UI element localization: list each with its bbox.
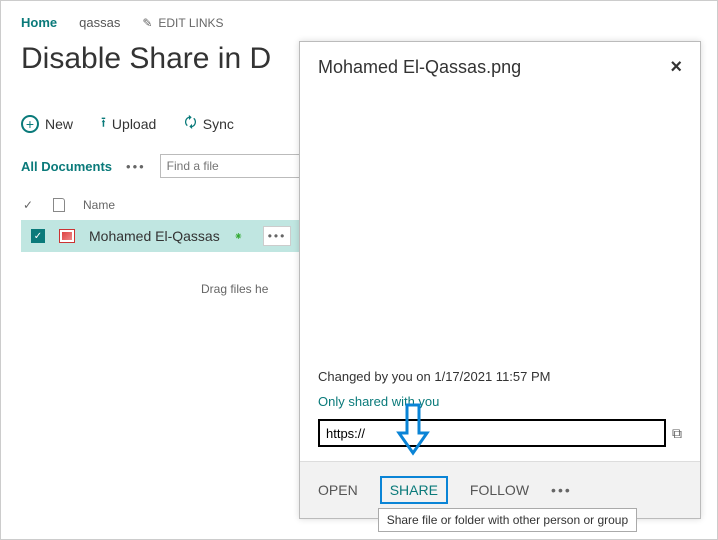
list-item[interactable]: ✓ Mohamed El-Qassas ⁕ ••• bbox=[21, 220, 301, 252]
find-file-input[interactable] bbox=[160, 154, 310, 178]
shared-with-link[interactable]: Only shared with you bbox=[318, 394, 682, 409]
sync-icon: 🗘 bbox=[184, 112, 197, 136]
edit-links-button[interactable]: ✎ EDIT LINKS bbox=[142, 16, 223, 30]
upload-button[interactable]: ⭱ Upload bbox=[101, 112, 156, 136]
share-label: SHARE bbox=[390, 482, 438, 498]
view-name[interactable]: All Documents bbox=[21, 159, 112, 174]
new-button[interactable]: + New bbox=[21, 115, 73, 133]
panel-title: Mohamed El-Qassas.png bbox=[318, 57, 521, 78]
share-button[interactable]: SHARE Share file or folder with other pe… bbox=[380, 476, 448, 504]
sync-label: Sync bbox=[203, 116, 234, 132]
plus-icon: + bbox=[21, 115, 39, 133]
sync-button[interactable]: 🗘 Sync bbox=[184, 112, 234, 136]
row-title: Mohamed El-Qassas bbox=[89, 228, 220, 244]
follow-button[interactable]: FOLLOW bbox=[470, 482, 529, 498]
breadcrumb-site[interactable]: qassas bbox=[79, 15, 120, 30]
details-panel: Mohamed El-Qassas.png × Changed by you o… bbox=[299, 41, 701, 519]
upload-label: Upload bbox=[112, 116, 156, 132]
close-icon[interactable]: × bbox=[670, 56, 682, 79]
breadcrumb-home[interactable]: Home bbox=[21, 15, 57, 30]
new-label: New bbox=[45, 116, 73, 132]
upload-icon: ⭱ bbox=[101, 112, 106, 136]
footer-more-icon[interactable]: ••• bbox=[551, 482, 572, 498]
changed-by-text: Changed by you on 1/17/2021 11:57 PM bbox=[318, 369, 682, 384]
row-more-button[interactable]: ••• bbox=[263, 226, 291, 246]
pencil-icon: ✎ bbox=[142, 16, 152, 30]
share-url-input[interactable] bbox=[318, 419, 666, 447]
share-tooltip: Share file or folder with other person o… bbox=[378, 508, 637, 532]
select-all-icon[interactable]: ✓ bbox=[21, 198, 35, 212]
type-column-icon bbox=[53, 198, 65, 212]
panel-footer: OPEN SHARE Share file or folder with oth… bbox=[300, 461, 700, 518]
row-checkbox[interactable]: ✓ bbox=[31, 229, 45, 243]
copy-icon[interactable]: ⧉ bbox=[672, 425, 682, 442]
image-file-icon bbox=[59, 229, 75, 243]
open-button[interactable]: OPEN bbox=[318, 482, 358, 498]
edit-links-label: EDIT LINKS bbox=[158, 16, 223, 30]
column-name[interactable]: Name bbox=[83, 198, 115, 212]
new-badge-icon: ⁕ bbox=[234, 230, 243, 243]
view-more-icon[interactable]: ••• bbox=[126, 159, 146, 174]
breadcrumb: Home qassas ✎ EDIT LINKS bbox=[21, 1, 717, 38]
